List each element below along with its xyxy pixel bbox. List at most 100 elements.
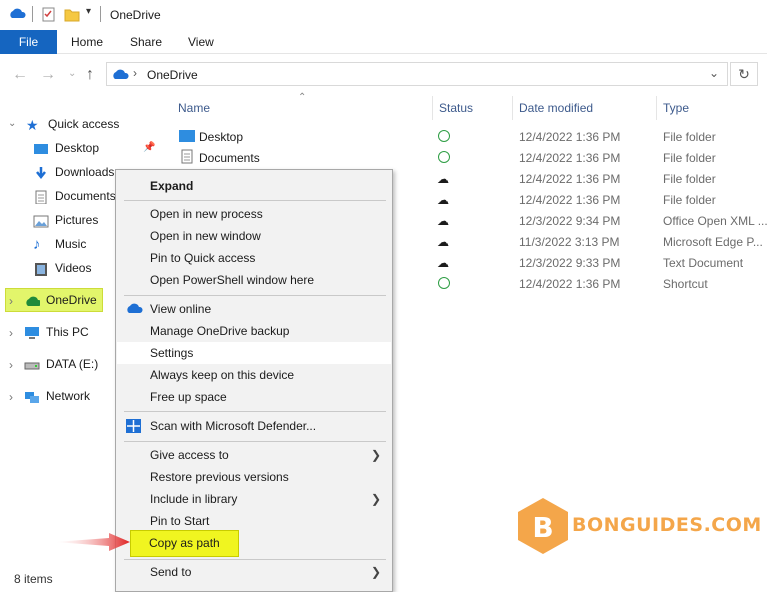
column-header-name[interactable]: Name <box>178 101 210 115</box>
sort-ascending-icon: ⌃ <box>298 92 307 103</box>
forward-icon[interactable]: → <box>40 66 56 84</box>
cloud-status-icon: ☁ <box>437 193 449 207</box>
sidebar-item-label: DATA (E:) <box>46 357 99 371</box>
menu-item-restore-versions[interactable]: Restore previous versions <box>117 466 391 488</box>
bonguides-logo: B <box>518 498 568 554</box>
sidebar-item-desktop[interactable]: Desktop <box>33 137 99 159</box>
sidebar-item-this-pc[interactable]: This PC <box>24 321 89 343</box>
menu-item-copy-as-path[interactable]: Copy as path <box>130 530 239 557</box>
red-arrow-icon <box>55 533 130 551</box>
tab-share[interactable]: Share <box>130 30 162 54</box>
menu-item-pin-quick-access[interactable]: Pin to Quick access <box>117 247 391 269</box>
tab-home[interactable]: Home <box>71 30 103 54</box>
download-icon <box>36 166 46 179</box>
sidebar-item-label: Downloads <box>55 165 115 179</box>
title-bar: ▾ OneDrive <box>0 0 767 30</box>
back-icon[interactable]: ← <box>12 66 28 84</box>
cloud-status-icon: ☁ <box>437 214 449 228</box>
network-icon <box>25 391 39 403</box>
menu-item-send-to[interactable]: Send to ❯ <box>117 561 391 583</box>
customize-toolbar-icon[interactable]: ▾ <box>86 6 91 17</box>
up-icon[interactable]: ↑ <box>86 66 94 84</box>
address-bar[interactable]: › OneDrive ⌄ <box>106 62 728 86</box>
sidebar-item-label: Videos <box>55 261 92 275</box>
cloud-status-icon: ☁ <box>437 172 449 186</box>
sidebar-item-onedrive[interactable]: OneDrive <box>24 289 97 311</box>
menu-item-label: Copy as path <box>149 536 220 550</box>
cloud-status-icon: ☁ <box>437 256 449 270</box>
star-icon: ★ <box>26 116 39 133</box>
chevron-right-icon[interactable]: › <box>9 390 13 404</box>
sidebar-item-label: Desktop <box>55 141 100 155</box>
sidebar-item-label: OneDrive <box>46 293 97 307</box>
sidebar-item-label: Music <box>55 237 87 251</box>
chevron-down-icon[interactable]: ⌄ <box>8 118 16 129</box>
computer-icon <box>25 326 39 339</box>
sidebar-item-quick-access[interactable]: ★ Quick access <box>26 113 119 135</box>
column-header-status[interactable]: Status <box>439 101 473 115</box>
synced-status-icon <box>438 277 450 289</box>
menu-item-manage-backup[interactable]: Manage OneDrive backup <box>117 320 391 342</box>
chevron-right-icon[interactable]: › <box>9 326 13 340</box>
menu-item-always-keep[interactable]: Always keep on this device <box>117 364 391 386</box>
pictures-icon <box>33 215 49 228</box>
menu-item-expand[interactable]: Expand <box>117 175 391 197</box>
sidebar-item-pictures[interactable]: Pictures <box>33 209 98 231</box>
menu-item-view-online[interactable]: View online <box>117 298 391 320</box>
pin-icon: 📌 <box>143 142 156 153</box>
table-row[interactable]: Documents 12/4/2022 1:36 PM File folder <box>176 148 767 169</box>
document-icon <box>181 149 193 164</box>
sidebar-item-videos[interactable]: Videos <box>33 257 91 279</box>
menu-item-label: Send to <box>150 565 192 579</box>
item-count: 8 items <box>14 572 53 586</box>
menu-item-open-new-process[interactable]: Open in new process <box>117 203 391 225</box>
refresh-button[interactable]: ↻ <box>730 62 758 86</box>
chevron-down-icon[interactable]: ⌄ <box>709 66 719 80</box>
sidebar-item-downloads[interactable]: Downloads <box>33 161 114 183</box>
breadcrumb[interactable]: OneDrive <box>147 68 198 82</box>
file-name: Desktop <box>199 130 244 144</box>
chevron-right-icon[interactable]: › <box>9 358 13 372</box>
tab-file[interactable]: File <box>0 30 57 54</box>
breadcrumb-chevron-icon[interactable]: › <box>133 66 137 80</box>
menu-item-label: Include in library <box>150 492 238 506</box>
menu-item-label: Scan with Microsoft Defender... <box>150 419 317 433</box>
window-title: OneDrive <box>110 8 161 22</box>
recent-locations-icon[interactable]: ⌄ <box>68 68 76 79</box>
new-folder-icon[interactable] <box>64 7 80 23</box>
sidebar-item-label: Network <box>46 389 91 403</box>
file-date: 12/4/2022 1:36 PM <box>519 193 621 207</box>
file-type: Microsoft Edge P... <box>663 235 763 249</box>
menu-item-include-library[interactable]: Include in library ❯ <box>117 488 391 510</box>
file-date: 12/3/2022 9:34 PM <box>519 214 621 228</box>
desktop-icon <box>34 143 48 154</box>
menu-item-pin-start[interactable]: Pin to Start <box>117 510 391 532</box>
menu-item-free-up-space[interactable]: Free up space <box>117 386 391 408</box>
sidebar-item-data-drive[interactable]: DATA (E:) <box>24 353 98 375</box>
videos-icon <box>35 262 47 276</box>
tab-view[interactable]: View <box>188 30 214 54</box>
synced-status-icon <box>438 151 450 163</box>
document-icon <box>35 190 47 204</box>
desktop-folder-icon <box>179 130 195 142</box>
file-type: File folder <box>663 172 716 186</box>
column-header-type[interactable]: Type <box>663 101 689 115</box>
chevron-right-icon: ❯ <box>370 492 381 506</box>
sidebar-item-music[interactable]: ♪ Music <box>33 233 86 255</box>
table-row[interactable]: Desktop 12/4/2022 1:36 PM File folder <box>176 127 767 148</box>
menu-item-settings[interactable]: Settings <box>117 342 391 364</box>
column-header-date[interactable]: Date modified <box>519 101 593 115</box>
menu-item-scan-defender[interactable]: Scan with Microsoft Defender... <box>117 415 391 437</box>
onedrive-icon <box>113 69 129 79</box>
onedrive-icon <box>127 303 143 313</box>
chevron-right-icon: ❯ <box>370 565 381 579</box>
chevron-right-icon[interactable]: › <box>9 294 13 308</box>
svg-text:B: B <box>532 511 553 544</box>
properties-icon[interactable] <box>42 7 56 23</box>
menu-item-open-new-window[interactable]: Open in new window <box>117 225 391 247</box>
menu-item-give-access[interactable]: Give access to ❯ <box>117 444 391 466</box>
menu-item-open-powershell[interactable]: Open PowerShell window here <box>117 269 391 291</box>
refresh-icon: ↻ <box>738 66 750 82</box>
sidebar-item-documents[interactable]: Documents <box>33 185 116 207</box>
sidebar-item-network[interactable]: Network <box>24 385 90 407</box>
